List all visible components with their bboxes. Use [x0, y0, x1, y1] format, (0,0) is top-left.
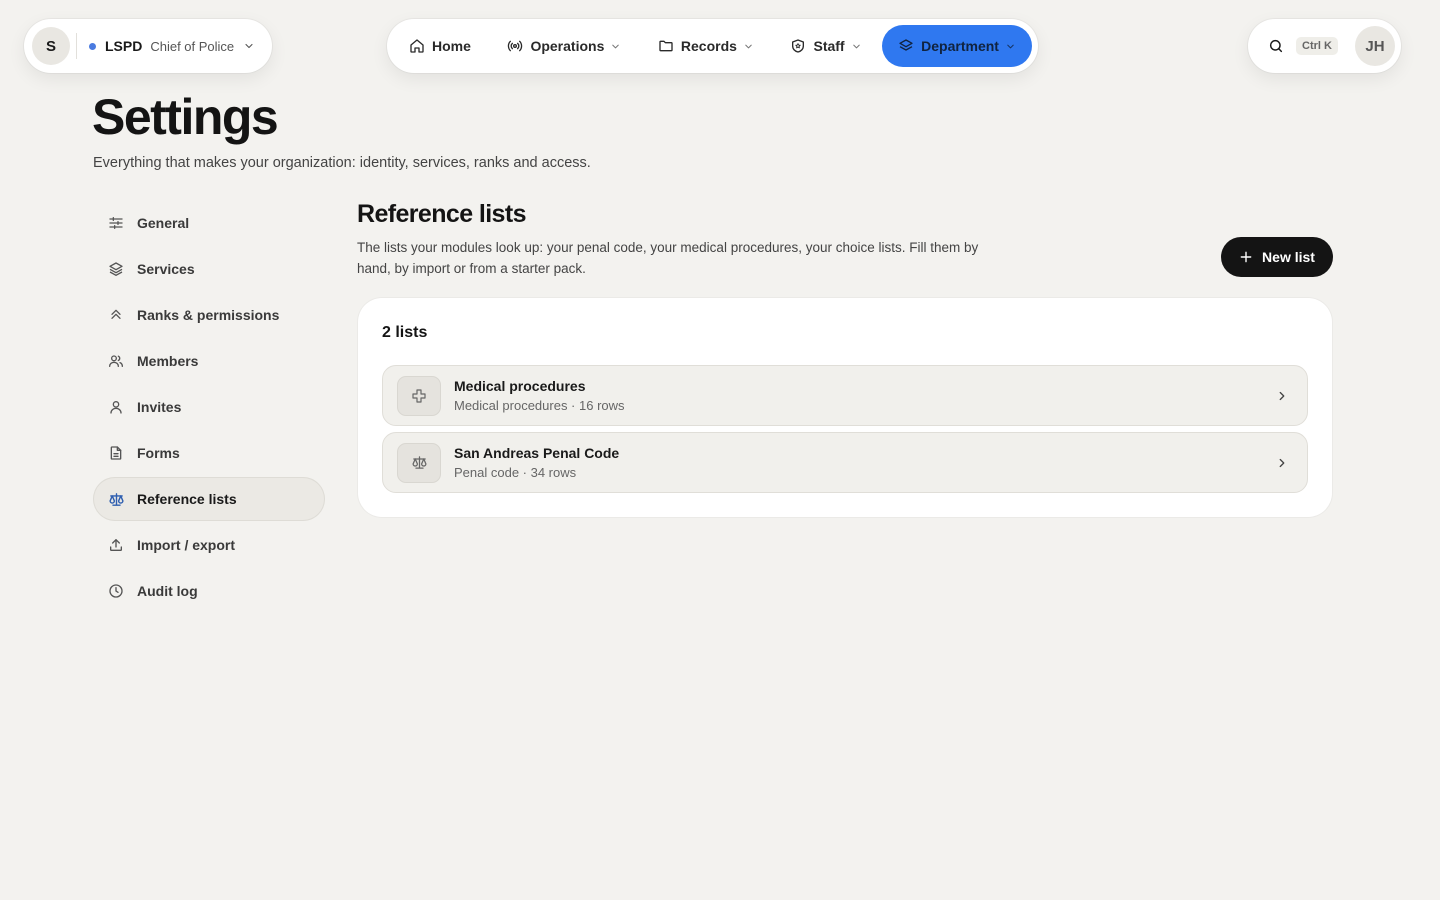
- sidebar-item-label: General: [137, 215, 190, 231]
- file-text-icon: [108, 445, 124, 461]
- page-title: Settings: [92, 89, 279, 145]
- search-shortcut-badge: Ctrl K: [1296, 37, 1338, 55]
- reference-lists-card: 2 lists Medical procedures Medical proce…: [358, 298, 1332, 517]
- chevron-down-icon: [243, 40, 255, 52]
- list-item-title: Medical procedures: [454, 378, 586, 394]
- sidebar-item-label: Reference lists: [137, 491, 237, 507]
- sidebar-item-ranks[interactable]: Ranks & permissions: [93, 293, 325, 337]
- settings-sidebar: General Services Ranks & permissions Mem…: [93, 201, 325, 615]
- nav-home[interactable]: Home: [393, 25, 483, 67]
- nav-home-label: Home: [432, 38, 471, 54]
- sidebar-item-label: Import / export: [137, 537, 236, 553]
- home-icon: [409, 38, 425, 54]
- shield-icon: [790, 38, 806, 54]
- nav-records[interactable]: Records: [642, 25, 766, 67]
- sliders-icon: [108, 215, 124, 231]
- layers-icon: [108, 261, 124, 277]
- chevron-down-icon: [610, 41, 621, 52]
- new-list-label: New list: [1262, 249, 1315, 265]
- user-icon: [108, 399, 124, 415]
- chevron-right-icon: [1275, 456, 1289, 470]
- sidebar-item-label: Forms: [137, 445, 180, 461]
- sidebar-item-forms[interactable]: Forms: [93, 431, 325, 475]
- main-nav: Home Operations Records Staff Department: [387, 19, 1038, 73]
- topbar-actions: Ctrl K JH: [1248, 19, 1401, 73]
- sidebar-item-invites[interactable]: Invites: [93, 385, 325, 429]
- chevrons-up-icon: [108, 307, 124, 323]
- nav-operations[interactable]: Operations: [491, 25, 633, 67]
- sidebar-item-audit-log[interactable]: Audit log: [93, 569, 325, 613]
- nav-department-label: Department: [921, 38, 999, 54]
- section-description: The lists your modules look up: your pen…: [357, 240, 979, 276]
- nav-operations-label: Operations: [530, 38, 605, 54]
- sidebar-item-label: Members: [137, 353, 199, 369]
- sidebar-item-label: Audit log: [137, 583, 198, 599]
- users-icon: [108, 353, 124, 369]
- user-avatar[interactable]: JH: [1355, 26, 1395, 66]
- folder-icon: [658, 38, 674, 54]
- chevron-down-icon: [743, 41, 754, 52]
- org-name: LSPD: [105, 38, 143, 54]
- nav-staff[interactable]: Staff: [774, 25, 873, 67]
- layers-icon: [898, 38, 914, 54]
- sidebar-item-reference-lists[interactable]: Reference lists: [93, 477, 325, 521]
- scale-icon: [108, 491, 124, 508]
- sidebar-item-import-export[interactable]: Import / export: [93, 523, 325, 567]
- nav-department[interactable]: Department: [882, 25, 1032, 67]
- sidebar-item-general[interactable]: General: [93, 201, 325, 245]
- page-subtitle: Everything that makes your organization:…: [93, 155, 591, 171]
- sidebar-item-label: Invites: [137, 399, 182, 415]
- broadcast-icon: [507, 38, 523, 54]
- chevron-down-icon: [1005, 41, 1016, 52]
- list-count: 2 lists: [382, 324, 428, 341]
- chevron-down-icon: [851, 41, 862, 52]
- plus-icon: [1239, 250, 1253, 264]
- upload-icon: [108, 537, 124, 553]
- clock-icon: [108, 583, 124, 599]
- list-item[interactable]: San Andreas Penal Code Penal code · 34 r…: [382, 432, 1308, 493]
- org-avatar: S: [32, 27, 70, 65]
- scale-icon: [397, 442, 441, 483]
- chevron-right-icon: [1275, 389, 1289, 403]
- section-title: Reference lists: [357, 200, 526, 228]
- list-item-meta: Medical procedures · 16 rows: [454, 398, 625, 413]
- org-switcher[interactable]: S LSPD Chief of Police: [24, 19, 272, 73]
- sidebar-item-label: Services: [137, 261, 195, 277]
- sidebar-item-label: Ranks & permissions: [137, 307, 280, 323]
- search-icon[interactable]: [1268, 38, 1284, 54]
- list-item[interactable]: Medical procedures Medical procedures · …: [382, 365, 1308, 426]
- nav-records-label: Records: [680, 38, 737, 54]
- sidebar-item-members[interactable]: Members: [93, 339, 325, 383]
- list-item-title: San Andreas Penal Code: [454, 445, 620, 461]
- org-divider: [76, 33, 77, 59]
- sidebar-item-services[interactable]: Services: [93, 247, 325, 291]
- org-role: Chief of Police: [150, 38, 235, 54]
- new-list-button[interactable]: New list: [1221, 237, 1333, 277]
- list-item-meta: Penal code · 34 rows: [454, 465, 577, 480]
- nav-staff-label: Staff: [813, 38, 845, 54]
- medical-cross-icon: [397, 375, 441, 416]
- org-status-dot: [89, 42, 96, 50]
